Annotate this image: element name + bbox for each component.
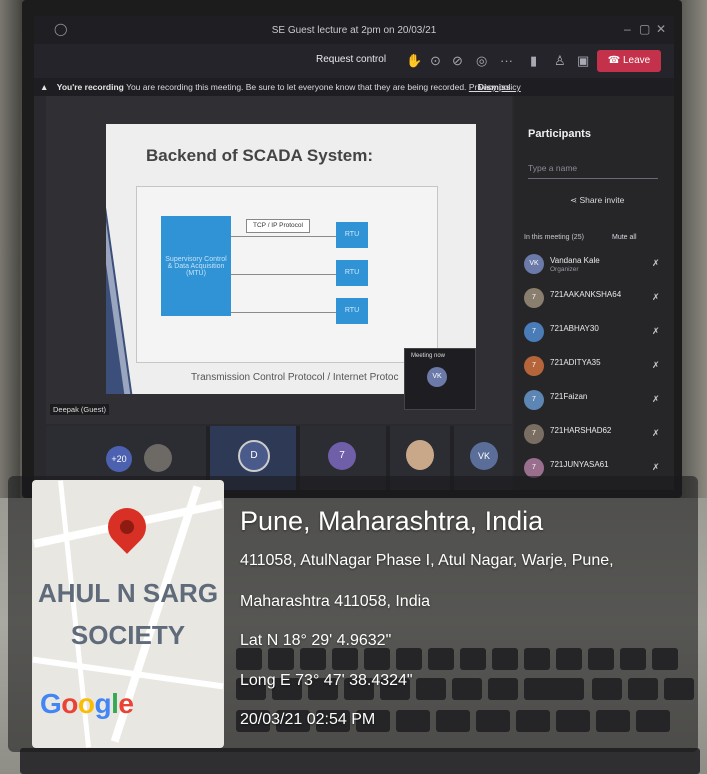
warning-icon: ▲ (40, 82, 49, 92)
mic-muted-icon: ✗ (652, 360, 660, 370)
avatar: D (238, 440, 270, 472)
participants-panel: Participants Type a name ⋖ Share invite … (514, 96, 674, 490)
participant-row[interactable]: 7 721Faizan ✗ (524, 388, 669, 414)
participant-name: 721ADITYA35 (550, 358, 601, 367)
ellipsis-icon[interactable]: ··· (500, 53, 513, 68)
avatar: 7 (328, 442, 356, 470)
meeting-mini-window[interactable]: Meeting now VK (404, 348, 476, 410)
slide-heading: Backend of SCADA System: (146, 146, 374, 165)
connector-line (231, 312, 336, 313)
leave-button[interactable]: ☎ Leave (597, 50, 661, 72)
recording-banner: ▲ You're recording You are recording thi… (34, 78, 674, 96)
mini-window-title: Meeting now (411, 353, 446, 359)
participant-name: 721AAKANKSHA64 (550, 290, 622, 299)
mic-muted-icon: ✗ (652, 428, 660, 438)
location-place: Pune, Maharashtra, India (240, 506, 544, 536)
avatar (406, 440, 434, 470)
share-icon[interactable]: ▣ (577, 53, 589, 69)
avatar (144, 444, 172, 472)
mic-muted-icon: ✗ (652, 326, 660, 336)
rtu-block: RTU (336, 260, 368, 286)
map-place-label: AHUL N SARG (37, 578, 219, 608)
avatar: 7 (524, 390, 544, 410)
participant-name: Vandana Kale (550, 256, 600, 265)
mic-icon[interactable]: ◎ (476, 53, 487, 69)
title-bar: SE Guest lecture at 2pm on 20/03/21 ◯ – … (34, 16, 674, 44)
mic-muted-icon: ✗ (652, 292, 660, 302)
rtu-block: RTU (336, 222, 368, 248)
minimize-icon[interactable]: – (624, 22, 631, 36)
panel-title: Participants (528, 128, 591, 140)
participant-row[interactable]: 7 721HARSHAD62 ✗ (524, 422, 669, 448)
overflow-count: +20 (106, 446, 132, 472)
pin-center-icon (117, 517, 137, 537)
maximize-icon[interactable]: ▢ (639, 22, 650, 36)
avatar: 7 (524, 288, 544, 308)
share-invite-button[interactable]: ⋖ Share invite (570, 195, 624, 206)
teams-window: SE Guest lecture at 2pm on 20/03/21 ◯ – … (34, 16, 674, 490)
google-logo-letter: e (118, 688, 134, 719)
slide-caption: Transmission Control Protocol / Internet… (191, 372, 399, 383)
hand-icon[interactable]: ✋ (406, 53, 422, 69)
share-invite-label: Share invite (579, 195, 625, 205)
avatar: VK (470, 442, 498, 470)
more-options-icon[interactable]: ⊙ (430, 53, 441, 69)
in-meeting-header[interactable]: In this meeting (25) (524, 234, 584, 241)
participant-name: 721Faizan (550, 392, 588, 401)
photo-background: SE Guest lecture at 2pm on 20/03/21 ◯ – … (0, 0, 707, 774)
location-longitude: Long E 73° 47' 38.4324" (240, 672, 413, 689)
location-address-line1: 411058, AtulNagar Phase I, Atul Nagar, W… (240, 552, 614, 569)
window-title: SE Guest lecture at 2pm on 20/03/21 (271, 25, 437, 36)
google-logo: Google (40, 688, 134, 720)
participant-name: 721ABHAY30 (550, 324, 599, 333)
dismiss-button[interactable]: Dismiss (478, 78, 511, 96)
avatar: 7 (524, 322, 544, 342)
shared-screen: Backend of SCADA System: Supervisory Con… (46, 96, 512, 424)
request-control-button[interactable]: Request control (316, 54, 386, 65)
avatar: VK (427, 367, 447, 387)
rtu-block: RTU (336, 298, 368, 324)
participant-row[interactable]: 7 721AAKANKSHA64 ✗ (524, 286, 669, 312)
mic-muted-icon: ✗ (652, 394, 660, 404)
location-pin-icon (100, 500, 154, 554)
google-logo-letter: G (40, 688, 62, 719)
map-place-label: SOCIETY (70, 620, 186, 650)
google-logo-letter: o (61, 688, 78, 719)
google-logo-letter: g (94, 688, 112, 719)
google-logo-letter: o (77, 688, 95, 719)
participants-icon[interactable]: ♙ (554, 53, 566, 69)
participant-row[interactable]: 7 721ABHAY30 ✗ (524, 320, 669, 346)
location-address-line2: Maharashtra 411058, India (240, 593, 431, 610)
mic-muted-icon: ✗ (652, 462, 660, 472)
connector-line (231, 274, 336, 275)
protocol-label: TCP / IP Protocol (246, 219, 310, 233)
meeting-toolbar: Request control ✋ ⊙ ⊘ ◎ ··· ▮ ♙ ▣ ☎ Leav… (34, 44, 674, 78)
leave-label: Leave (622, 55, 651, 66)
avatar: 7 (524, 356, 544, 376)
recording-title: You're recording (56, 82, 124, 92)
participant-row[interactable]: 7 721ADITYA35 ✗ (524, 354, 669, 380)
participant-name: 721HARSHAD62 (550, 426, 612, 435)
avatar: 7 (524, 424, 544, 444)
map-thumbnail: AHUL N SARG SOCIETY Google (32, 480, 224, 748)
connector-line (231, 236, 336, 237)
participant-search-input[interactable]: Type a name (528, 158, 658, 179)
participant-row[interactable]: VK Vandana Kale Organizer ✗ (524, 252, 669, 278)
location-latitude: Lat N 18° 29' 4.9632" (240, 632, 392, 649)
participant-name: 721JUNYASA61 (550, 460, 609, 469)
close-icon[interactable]: ✕ (656, 22, 666, 36)
presenter-label: Deepak (Guest) (50, 404, 109, 415)
avatar: 7 (524, 458, 544, 478)
mic-muted-icon: ✗ (652, 258, 660, 268)
camera-off-icon[interactable]: ⊘ (452, 53, 463, 69)
recording-message: You are recording this meeting. Be sure … (126, 82, 467, 92)
back-icon[interactable]: ◯ (54, 22, 67, 36)
phone-icon: ☎ (607, 55, 623, 66)
avatar: VK (524, 254, 544, 274)
mute-all-button[interactable]: Mute all (612, 234, 637, 241)
location-datetime: 20/03/21 02:54 PM (240, 711, 376, 728)
chat-icon[interactable]: ▮ (530, 53, 537, 69)
participant-role: Organizer (550, 266, 579, 273)
mtu-block: Supervisory Control & Data Acquisition (… (161, 216, 231, 316)
